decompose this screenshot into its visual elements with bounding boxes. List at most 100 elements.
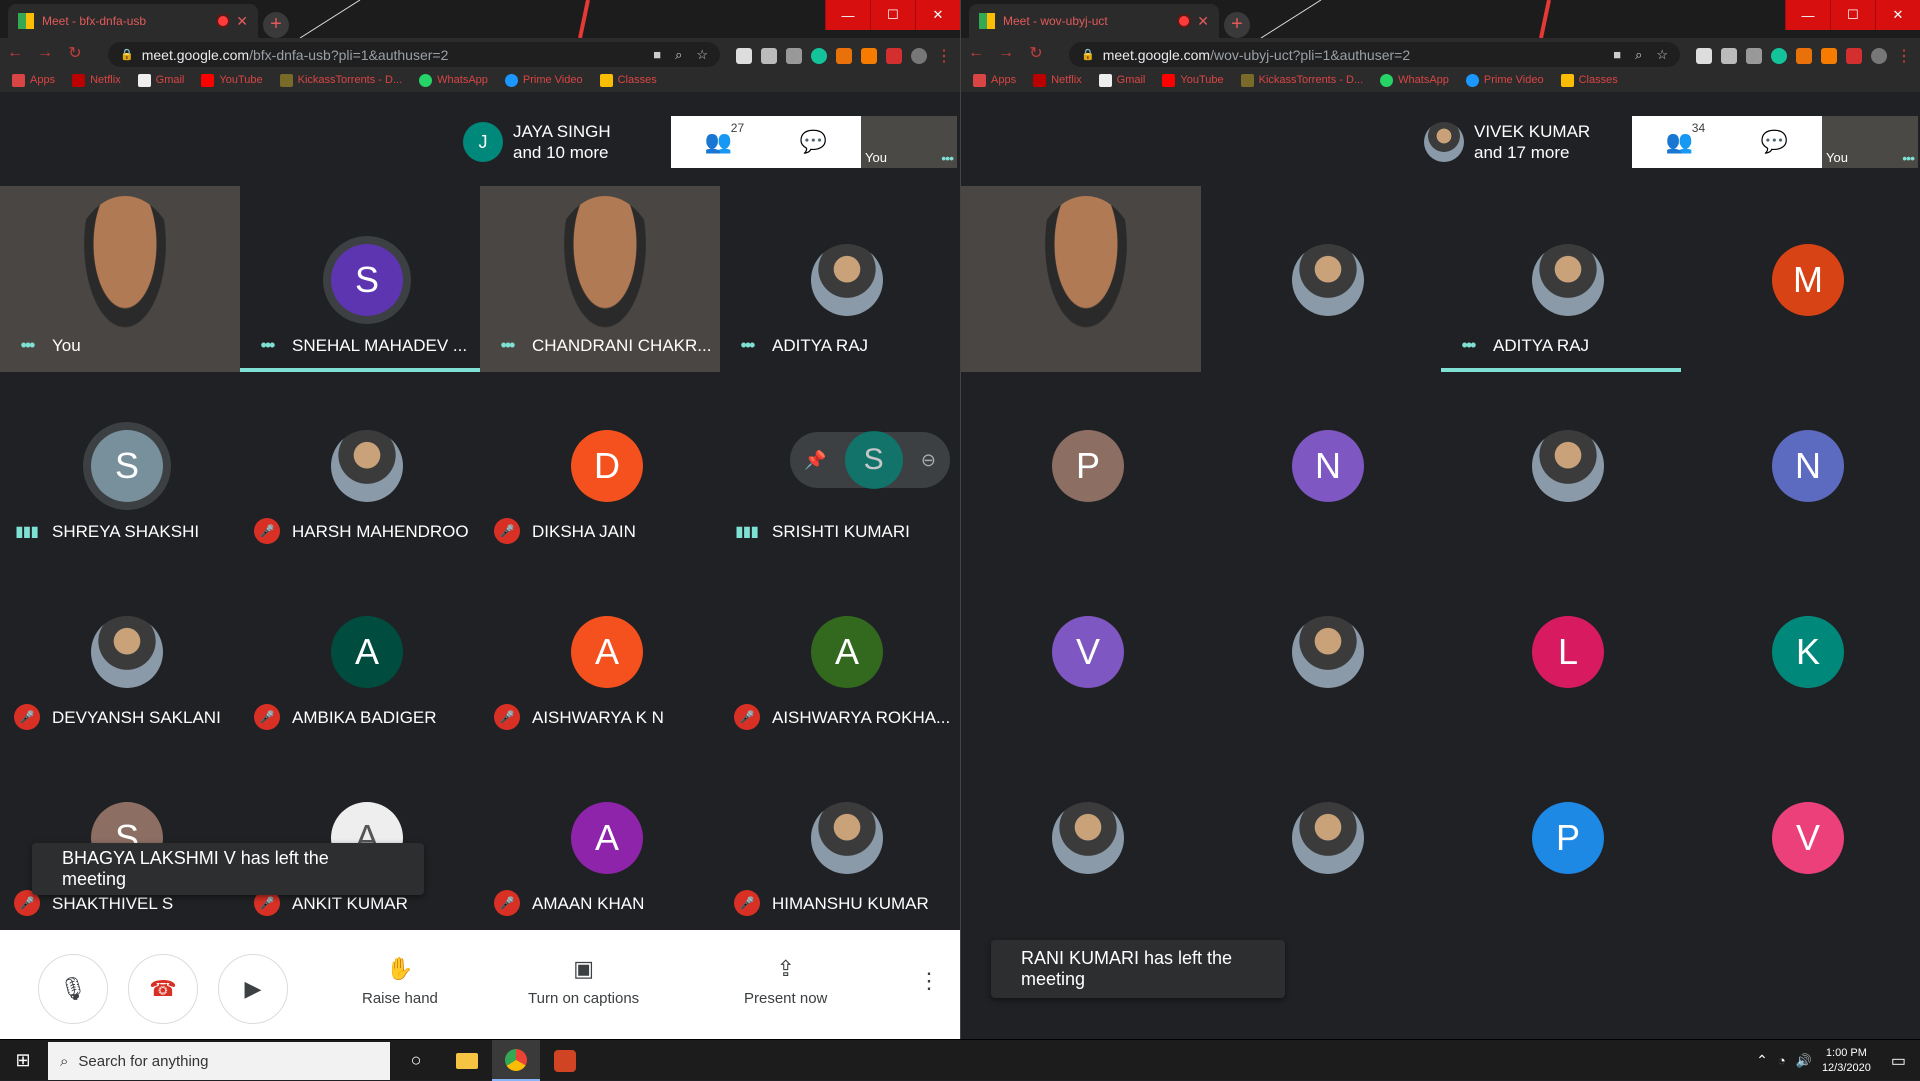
extension-icon[interactable] [786,48,802,64]
reload-icon[interactable]: ↻ [60,43,90,63]
participant-tile[interactable]: S ▮▮▮ SHREYA SHAKSHI [0,372,240,558]
maximize-button[interactable]: ☐ [870,0,915,30]
network-icon[interactable]: ◔ [1778,1053,1786,1068]
participant-tile[interactable]: S 🎤 SHAKTHIVEL S [0,744,240,930]
bookmark-apps[interactable]: Apps [973,73,1016,87]
participant-tile[interactable]: ••• You [0,186,240,372]
present-now-button[interactable]: ⇪ Present now [744,956,827,1007]
minimize-button[interactable]: ― [1785,0,1830,30]
remove-icon[interactable]: ⊖ [921,450,936,471]
participant-tile[interactable] [1441,372,1681,558]
extension-icon[interactable] [1821,48,1837,64]
profile-avatar[interactable] [911,48,927,64]
participant-tile[interactable]: A 🎤 AMBIKA BADIGER [240,558,480,744]
bookmark-apps[interactable]: Apps [12,73,55,87]
people-button[interactable]: 👥 27 [705,121,744,155]
participant-tile[interactable] [961,744,1201,930]
more-options-icon[interactable]: ••• [734,332,760,358]
more-options-icon[interactable]: ••• [254,332,280,358]
volume-icon[interactable]: 🔊 [1796,1053,1812,1069]
new-tab-button[interactable]: + [263,12,289,38]
task-view-button[interactable]: ○ [396,1040,436,1081]
presenter-chip[interactable]: J JAYA SINGH and 10 more [455,116,671,168]
bookmark-star-icon[interactable]: ☆ [696,47,708,63]
extension-icon[interactable] [861,48,877,64]
zoom-icon[interactable]: ⌕ [675,47,682,63]
tray-chevron-icon[interactable]: ⌃ [1756,1052,1768,1069]
taskbar-search[interactable]: ⌕ Search for anything [48,1042,390,1080]
more-options-icon[interactable]: ••• [14,332,40,358]
participant-tile[interactable]: 🎤 HIMANSHU KUMAR [720,744,960,930]
more-options-icon[interactable]: ••• [494,332,520,358]
participant-tile[interactable]: ••• ADITYA RAJ [720,186,960,372]
raise-hand-button[interactable]: ✋ Raise hand [362,956,438,1007]
participant-tile[interactable]: V [1681,744,1920,930]
participant-tile[interactable]: M [1681,186,1920,372]
notifications-icon[interactable]: ▭ [1891,1051,1906,1071]
close-tab-icon[interactable]: ✕ [1197,13,1209,30]
participant-tile[interactable]: ••• ADITYA RAJ [1441,186,1681,372]
more-options-button[interactable]: ⋮ [918,968,940,996]
reload-icon[interactable]: ↻ [1021,43,1051,63]
participant-tile[interactable] [1201,558,1441,744]
start-button[interactable]: ⊞ [0,1040,46,1081]
bookmark-star-icon[interactable]: ☆ [1656,47,1668,63]
bookmark-kickass[interactable]: KickassTorrents - D... [279,73,402,87]
participant-tile[interactable]: D 🎤 DIKSHA JAIN [480,372,720,558]
chrome-taskbar-button[interactable] [492,1040,540,1081]
profile-avatar[interactable] [1871,48,1887,64]
chat-icon[interactable]: 💬 [800,129,827,155]
bookmark-gmail[interactable]: Gmail [137,73,184,87]
participant-tile[interactable]: N [1201,372,1441,558]
maximize-button[interactable]: ☐ [1830,0,1875,30]
extension-icon[interactable] [836,48,852,64]
browser-tab[interactable]: Meet - wov-ubyj-uct ✕ [969,4,1219,38]
address-bar[interactable]: 🔒 meet.google.com/wov-ubyj-uct?pli=1&aut… [1069,42,1680,67]
bookmark-prime[interactable]: Prime Video [1465,73,1544,87]
participant-tile[interactable]: A 🎤 AISHWARYA K N [480,558,720,744]
presenter-chip[interactable]: VIVEK KUMAR and 17 more [1416,116,1632,168]
participant-tile[interactable]: A 🎤 ANKIT KUMAR [240,744,480,930]
participant-tile[interactable]: L [1441,558,1681,744]
participant-tile[interactable]: P [1441,744,1681,930]
puzzle-icon[interactable] [1846,48,1862,64]
camera-indicator-icon[interactable]: ■ [653,47,661,63]
clock[interactable]: 1:00 PM 12/3/2020 [1822,1046,1871,1076]
extension-icon[interactable] [1721,48,1737,64]
self-view-thumbnail[interactable]: You ••• [861,116,957,168]
participant-tile[interactable]: V [961,558,1201,744]
extension-icon[interactable] [761,48,777,64]
powerpoint-taskbar-button[interactable] [544,1040,586,1081]
bookmark-whatsapp[interactable]: WhatsApp [419,73,488,87]
bookmark-classes[interactable]: Classes [599,73,657,87]
leave-call-button[interactable]: ☎ [128,954,198,1024]
pin-icon[interactable]: 📌 [804,450,826,471]
extension-icon[interactable] [1746,48,1762,64]
captions-button[interactable]: ▣ Turn on captions [528,956,639,1007]
bookmark-prime[interactable]: Prime Video [504,73,583,87]
address-bar[interactable]: 🔒 meet.google.com/bfx-dnfa-usb?pli=1&aut… [108,42,720,67]
grammarly-icon[interactable] [811,48,827,64]
grammarly-icon[interactable] [1771,48,1787,64]
bookmark-kickass[interactable]: KickassTorrents - D... [1240,73,1363,87]
extension-icon[interactable] [1796,48,1812,64]
zoom-icon[interactable]: ⌕ [1635,47,1642,63]
participant-tile[interactable] [1201,744,1441,930]
close-window-button[interactable]: ✕ [1875,0,1920,30]
participant-tile[interactable]: P [961,372,1201,558]
minimize-button[interactable]: ― [825,0,870,30]
camera-button[interactable]: ▶ [218,954,288,1024]
bookmark-gmail[interactable]: Gmail [1098,73,1145,87]
participant-tile[interactable] [961,186,1201,372]
menu-dots-icon[interactable]: ⋮ [1896,46,1912,66]
participant-tile[interactable]: S ••• SNEHAL MAHADEV ... [240,186,480,372]
bookmark-whatsapp[interactable]: WhatsApp [1380,73,1449,87]
more-options-icon[interactable]: ••• [1455,332,1481,358]
extension-icon[interactable] [1696,48,1712,64]
new-tab-button[interactable]: + [1224,12,1250,38]
participant-tile[interactable]: A 🎤 AMAAN KHAN [480,744,720,930]
people-button[interactable]: 👥 34 [1666,121,1705,155]
forward-icon[interactable]: → [30,44,60,62]
back-icon[interactable]: ← [961,44,991,62]
participant-tile[interactable] [1201,186,1441,372]
